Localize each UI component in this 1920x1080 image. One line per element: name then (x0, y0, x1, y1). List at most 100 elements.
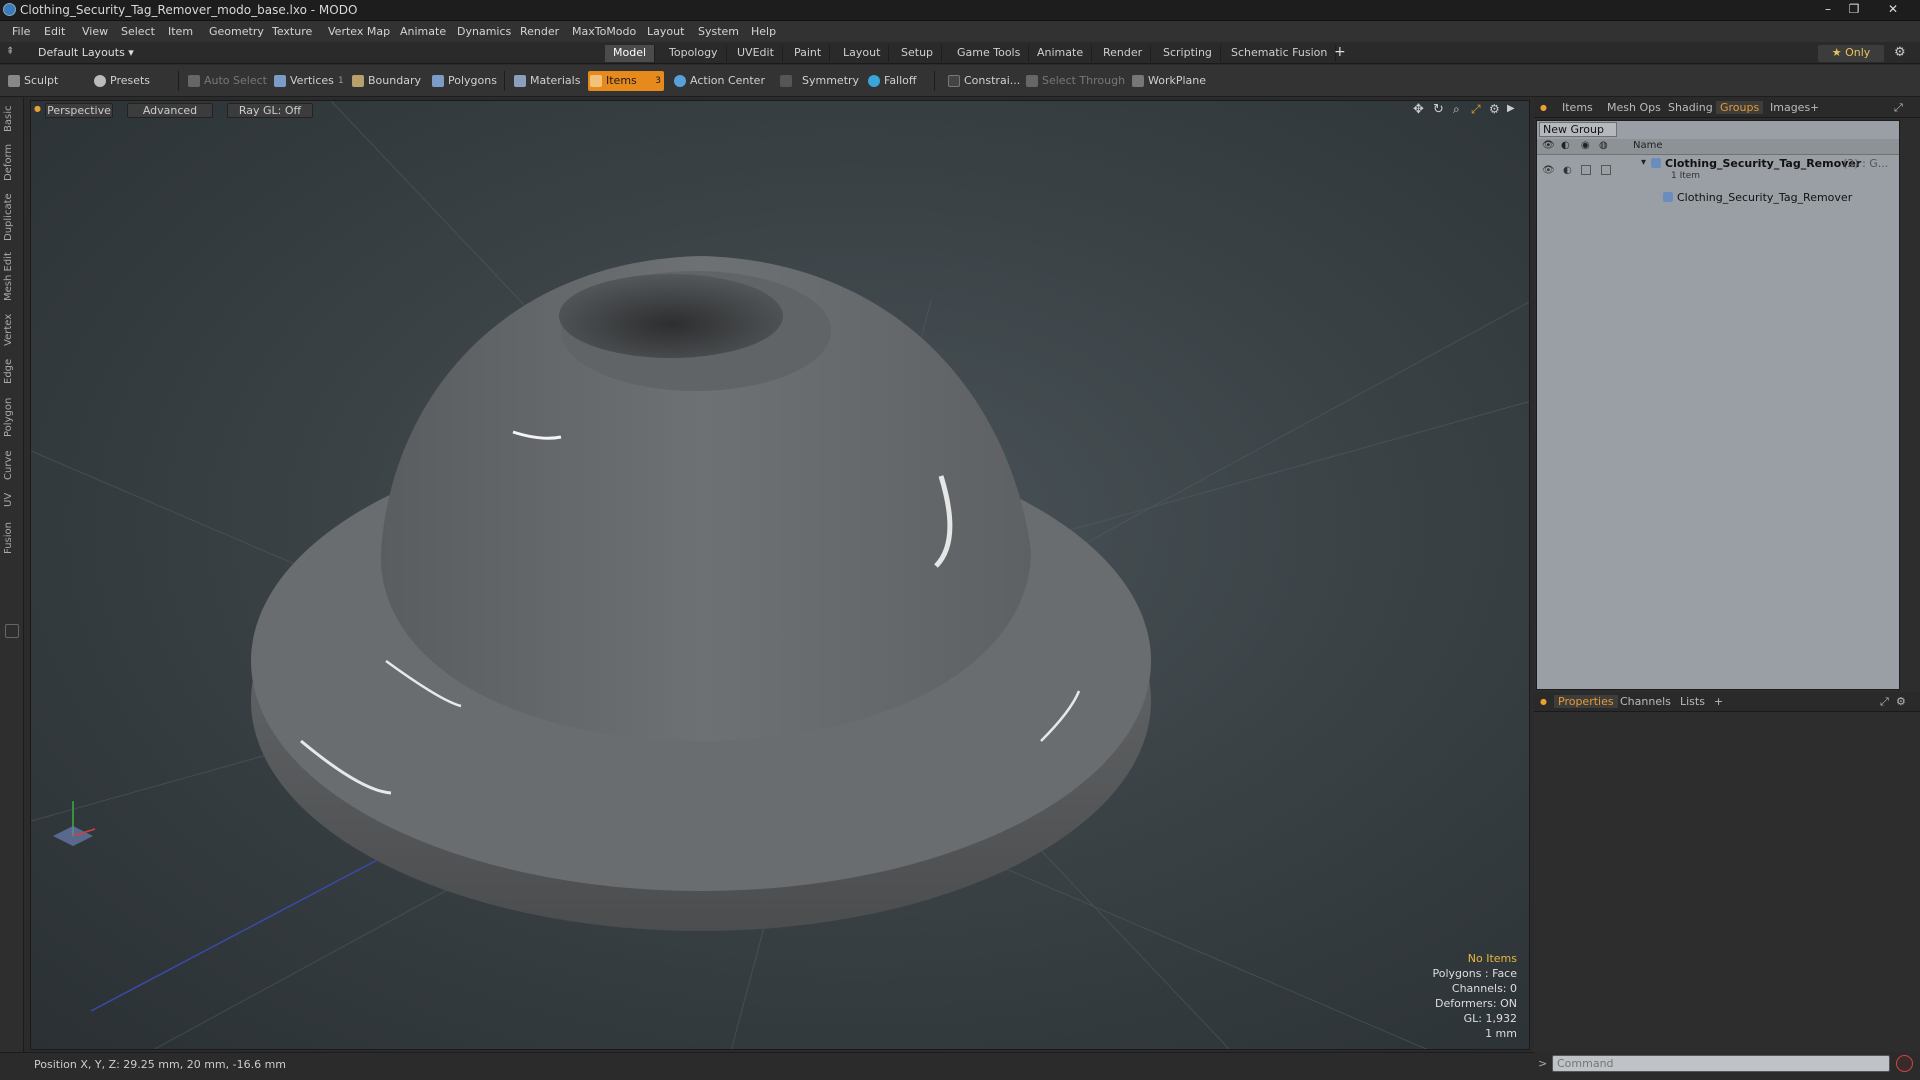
tab-schematic-fusion[interactable]: Schematic Fusion (1223, 45, 1337, 62)
panel-menu-icon[interactable]: ● (1540, 103, 1547, 112)
menu-geometry[interactable]: Geometry (209, 25, 264, 38)
tab-setup[interactable]: Setup (893, 45, 943, 62)
tab-topology[interactable]: Topology (661, 45, 727, 62)
menu-texture[interactable]: Texture (272, 25, 312, 38)
add-tab-button[interactable]: + (1334, 44, 1346, 60)
menu-dynamics[interactable]: Dynamics (457, 25, 511, 38)
tab-lists[interactable]: Lists (1680, 695, 1705, 708)
tab-channels[interactable]: Channels (1620, 695, 1671, 708)
tab-game-tools[interactable]: Game Tools (949, 45, 1030, 62)
properties-menu-icon[interactable]: ● (1540, 697, 1547, 706)
tab-animate[interactable]: Animate (1029, 45, 1093, 62)
menu-edit[interactable]: Edit (44, 25, 65, 38)
tab-groups[interactable]: Groups (1716, 101, 1764, 114)
render-toggle-icon[interactable]: ◐ (1563, 165, 1572, 176)
sculpt-button[interactable]: Sculpt (6, 71, 58, 91)
vtab-deform[interactable]: Deform (3, 142, 21, 182)
vertices-button[interactable]: Vertices 1 (272, 71, 344, 91)
menu-view[interactable]: View (82, 25, 108, 38)
maximize-button[interactable]: ❐ (1842, 0, 1866, 19)
menu-render[interactable]: Render (520, 25, 559, 38)
vtab-basic[interactable]: Basic (3, 104, 21, 134)
select-checkbox[interactable] (1601, 165, 1611, 175)
presets-button[interactable]: Presets (92, 71, 150, 91)
menu-system[interactable]: System (698, 25, 739, 38)
lock-column-icon[interactable]: ◉ (1581, 140, 1590, 151)
properties-expand-icon[interactable]: ⤢ (1880, 695, 1889, 709)
viewport-expand-icon[interactable]: ▶ (1507, 103, 1515, 114)
visibility-column-icon[interactable]: 👁 (1542, 140, 1555, 151)
viewport-settings-icon[interactable]: ⚙ (1489, 102, 1500, 116)
vtab-fusion[interactable]: Fusion (3, 518, 21, 558)
items-button[interactable]: Items 3 (588, 71, 664, 91)
raygl-toggle[interactable]: Ray GL: Off (227, 103, 313, 118)
groups-list[interactable]: New Group 👁 ◐ ◉ ◍ Name 👁 ◐ ▾ Clothing_Se… (1536, 120, 1900, 690)
tab-render[interactable]: Render (1095, 45, 1152, 62)
minimize-button[interactable]: – (1816, 0, 1840, 19)
collapse-icon[interactable]: ⇞ (6, 46, 14, 57)
tab-images[interactable]: Images (1770, 101, 1810, 114)
menu-maxtomodo[interactable]: MaxToModo (572, 25, 636, 38)
menu-select[interactable]: Select (121, 25, 155, 38)
panel-expand-icon[interactable]: ⤢ (1894, 101, 1903, 115)
polygons-button[interactable]: Polygons (430, 71, 497, 91)
tab-uvedit[interactable]: UVEdit (729, 45, 783, 62)
render-column-icon[interactable]: ◐ (1561, 140, 1570, 151)
workplane-button[interactable]: WorkPlane (1130, 71, 1206, 91)
add-properties-tab-button[interactable]: + (1714, 695, 1723, 708)
falloff-button[interactable]: Falloff (866, 71, 916, 91)
tab-paint[interactable]: Paint (786, 45, 831, 62)
shading-dropdown[interactable]: Advanced (127, 103, 213, 118)
constraints-button[interactable]: Constrai... (946, 71, 1020, 91)
menu-file[interactable]: File (12, 25, 30, 38)
add-panel-tab-button[interactable]: + (1810, 101, 1819, 114)
3d-viewport[interactable]: ● Perspective Advanced Ray GL: Off ✥ ↻ ⌕… (30, 100, 1530, 1050)
visibility-eye-icon[interactable]: 👁 (1542, 165, 1555, 176)
tab-model[interactable]: Model (605, 45, 656, 62)
tab-scripting[interactable]: Scripting (1155, 45, 1221, 62)
strip-toggle-icon[interactable] (5, 624, 19, 638)
lock-checkbox[interactable] (1581, 165, 1591, 175)
vtab-edge[interactable]: Edge (3, 356, 21, 386)
default-layouts-dropdown[interactable]: Default Layouts ▾ (38, 46, 134, 59)
menu-animate[interactable]: Animate (400, 25, 446, 38)
menu-help[interactable]: Help (751, 25, 776, 38)
materials-button[interactable]: Materials (512, 71, 580, 91)
select-through-button[interactable]: Select Through (1024, 71, 1125, 91)
pan-icon[interactable]: ✥ (1413, 102, 1424, 117)
perspective-dropdown[interactable]: Perspective (45, 103, 113, 118)
vtab-mesh-edit[interactable]: Mesh Edit (3, 252, 21, 302)
fit-icon[interactable]: ⤢ (1471, 102, 1481, 117)
close-button[interactable]: ✕ (1868, 0, 1918, 19)
properties-settings-icon[interactable]: ⚙ (1896, 695, 1906, 708)
action-center-button[interactable]: Action Center (672, 71, 765, 91)
name-column-header[interactable]: Name (1633, 140, 1663, 151)
group-child-row[interactable]: Clothing_Security_Tag_Remover (1537, 191, 1901, 207)
command-history-icon[interactable] (1896, 1055, 1913, 1072)
tab-mesh-ops[interactable]: Mesh Ops (1607, 101, 1661, 114)
vtab-polygon[interactable]: Polygon (3, 394, 21, 440)
viewport-menu-icon[interactable]: ● (34, 104, 41, 113)
tab-items[interactable]: Items (1562, 101, 1593, 114)
menu-vertex-map[interactable]: Vertex Map (328, 25, 390, 38)
tab-properties[interactable]: Properties (1554, 695, 1618, 708)
zoom-icon[interactable]: ⌕ (1453, 102, 1460, 117)
vtab-duplicate[interactable]: Duplicate (3, 192, 21, 242)
tab-layout[interactable]: Layout (835, 45, 890, 62)
settings-gear-icon[interactable]: ⚙ (1894, 45, 1906, 60)
command-input[interactable] (1552, 1055, 1890, 1072)
collapse-arrow-icon[interactable]: ▾ (1641, 157, 1646, 168)
boundary-button[interactable]: Boundary (350, 71, 421, 91)
symmetry-button[interactable]: Symmetry (778, 71, 859, 91)
rotate-icon[interactable]: ↻ (1433, 102, 1444, 117)
new-group-button[interactable]: New Group (1539, 122, 1617, 137)
tab-shading[interactable]: Shading (1668, 101, 1713, 114)
vtab-curve[interactable]: Curve (3, 448, 21, 482)
menu-layout[interactable]: Layout (647, 25, 684, 38)
menu-item[interactable]: Item (168, 25, 193, 38)
vtab-uv[interactable]: UV (3, 490, 21, 510)
vtab-vertex[interactable]: Vertex (3, 312, 21, 348)
select-column-icon[interactable]: ◍ (1599, 140, 1608, 151)
only-button[interactable]: ★ Only (1818, 45, 1884, 62)
group-row[interactable]: 👁 ◐ ▾ Clothing_Security_Tag_Remover (2) … (1537, 157, 1901, 189)
